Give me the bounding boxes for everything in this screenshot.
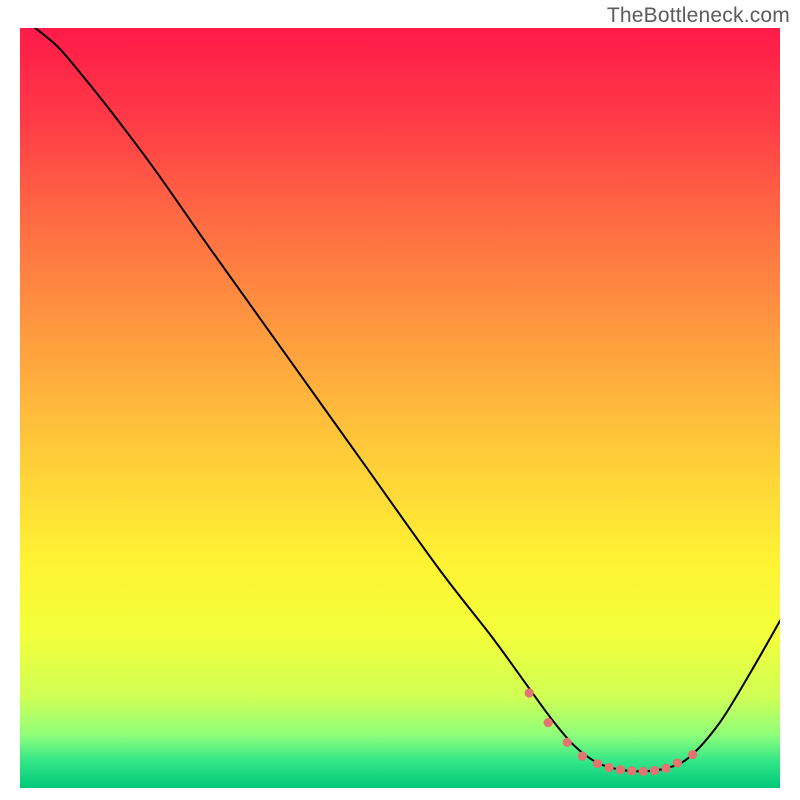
- bottleneck-chart: [20, 28, 780, 788]
- marker-dot: [604, 763, 613, 772]
- marker-dot: [639, 767, 648, 776]
- marker-dot: [593, 759, 602, 768]
- marker-dot: [673, 758, 682, 767]
- marker-dot: [578, 751, 587, 760]
- plot-area: [20, 28, 780, 788]
- marker-dot: [627, 766, 636, 775]
- chart-container: TheBottleneck.com: [0, 0, 800, 800]
- marker-dot: [544, 718, 553, 727]
- watermark-label: TheBottleneck.com: [607, 4, 790, 28]
- marker-dot: [661, 764, 670, 773]
- marker-dot: [688, 750, 697, 759]
- marker-dot: [563, 738, 572, 747]
- marker-dot: [650, 766, 659, 775]
- marker-dot: [616, 765, 625, 774]
- marker-dot: [525, 688, 534, 697]
